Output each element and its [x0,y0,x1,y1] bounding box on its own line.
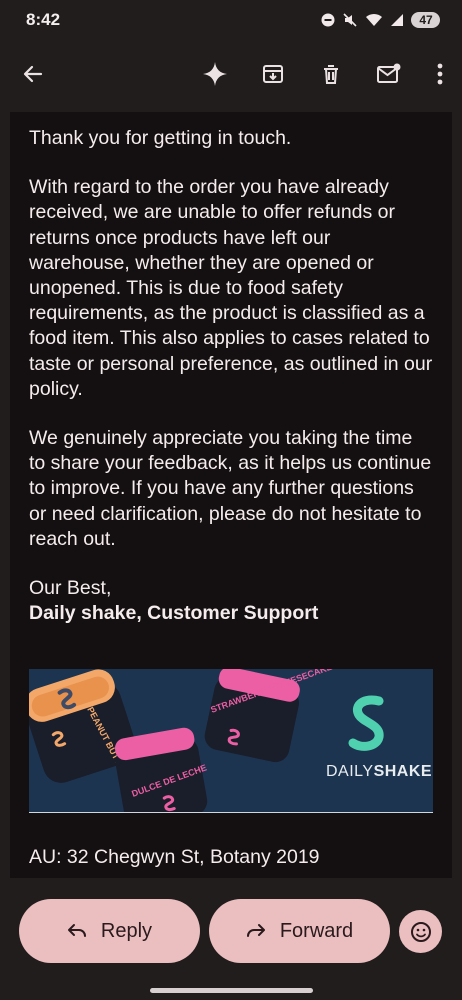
message-body: Thank you for getting in touch. With reg… [10,112,452,878]
mark-unread-button[interactable] [374,59,404,89]
message-paragraph: We genuinely appreciate you taking the t… [29,427,432,550]
brand-name-light: DAILY [326,763,374,780]
action-bar: Reply Forward [0,880,462,1000]
reply-icon [67,924,86,937]
brand-name-bold: SHAKE [374,763,433,780]
company-address: AU: 32 Chegwyn St, Botany 2019 [29,846,320,869]
toolbar [0,44,462,104]
mute-icon [343,13,357,27]
home-indicator[interactable] [150,988,313,993]
signature: Daily shake, Customer Support [29,602,319,625]
more-options-button[interactable] [432,59,448,89]
more-vert-icon [437,63,443,85]
mark-unread-icon [377,63,401,83]
brand-banner-image[interactable]: PEANUT BUTTER STRAWBERRY CHEESECAKE DULC… [29,669,433,814]
battery-indicator: 47 [411,12,440,28]
status-bar: 8:42 47 [0,0,462,40]
dnd-icon [321,13,335,27]
status-time: 8:42 [26,10,61,29]
svg-text:DAILYSHAKE: DAILYSHAKE [326,763,432,780]
emoji-icon [410,921,431,942]
message-paragraph: With regard to the order you have alread… [29,176,433,400]
gemini-button[interactable] [200,59,230,89]
reply-label: Reply [100,919,153,942]
message-paragraph: Thank you for getting in touch. [29,127,292,149]
wifi-icon [366,13,382,26]
emoji-reaction-button[interactable] [399,910,442,953]
forward-label: Forward [279,919,354,942]
back-button[interactable] [18,59,48,89]
sparkle-icon [203,62,227,86]
archive-icon [263,65,283,83]
delete-button[interactable] [316,59,346,89]
reply-button[interactable]: Reply [19,899,200,963]
forward-button[interactable]: Forward [209,899,390,963]
archive-button[interactable] [258,59,288,89]
forward-icon [246,924,265,937]
signal-icon [391,14,403,26]
closing: Our Best, [29,577,112,600]
back-arrow-icon [23,65,43,83]
status-icons: 47 [321,12,440,28]
trash-icon [324,65,338,84]
